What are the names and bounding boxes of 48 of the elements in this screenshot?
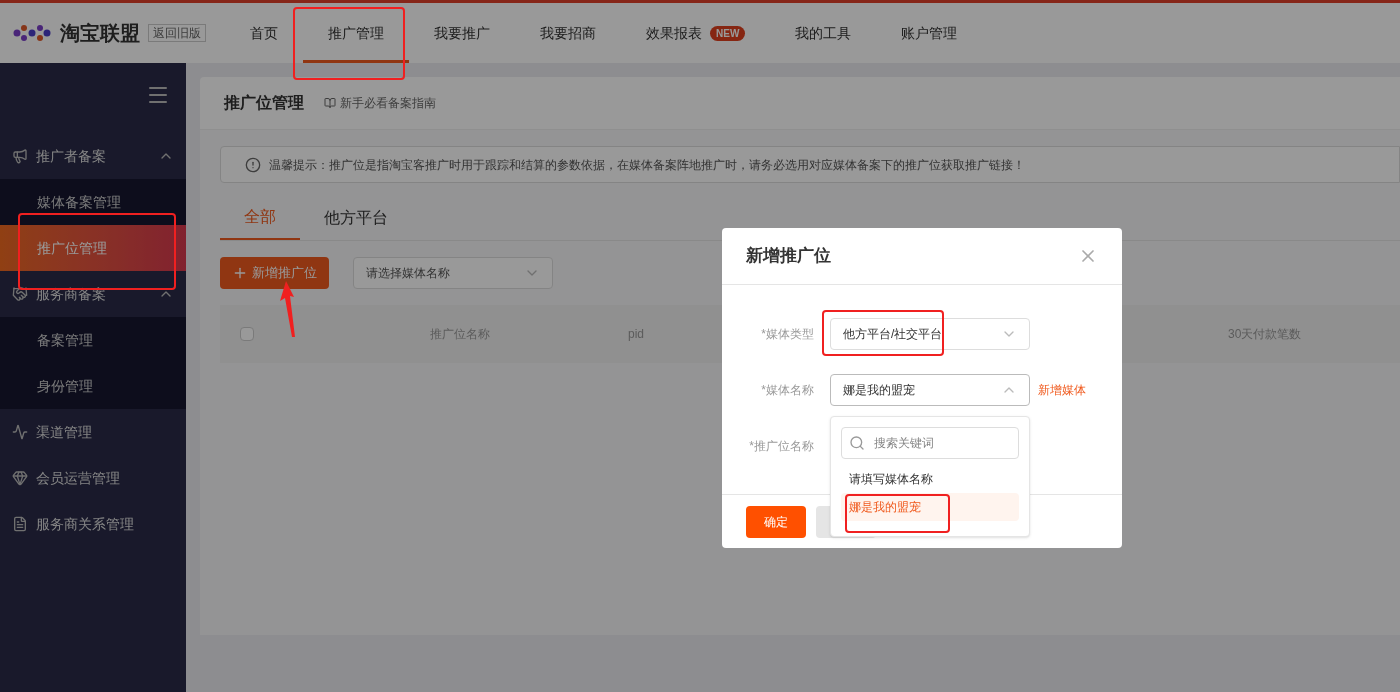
field-label: *媒体名称 bbox=[760, 382, 814, 399]
sidebar-item[interactable]: 媒体备案管理 bbox=[0, 179, 186, 225]
nav-tab[interactable]: 我要招商 bbox=[515, 3, 621, 63]
group-icon bbox=[12, 470, 28, 486]
nav-tab[interactable]: 我要推广 bbox=[409, 3, 515, 63]
sidebar-item[interactable]: 推广位管理 bbox=[0, 225, 186, 271]
sidebar-group[interactable]: 渠道管理 bbox=[0, 409, 186, 455]
sidebar-group[interactable]: 会员运营管理 bbox=[0, 455, 186, 501]
guide-link[interactable]: 新手必看备案指南 bbox=[324, 94, 436, 112]
content-tab[interactable]: 他方平台 bbox=[300, 195, 412, 240]
nav-tab[interactable]: 效果报表 NEW bbox=[621, 3, 771, 63]
confirm-button[interactable]: 确定 bbox=[746, 505, 806, 538]
nav-tab[interactable]: 我的工具 bbox=[770, 3, 877, 63]
info-icon bbox=[245, 156, 261, 173]
group-icon bbox=[12, 148, 28, 164]
group-icon bbox=[12, 424, 28, 440]
group-icon bbox=[12, 516, 28, 532]
annotation-arrow bbox=[278, 281, 298, 338]
dropdown-option[interactable]: 请填写媒体名称 bbox=[841, 465, 1019, 493]
new-badge: NEW bbox=[710, 25, 746, 41]
book-icon bbox=[324, 97, 336, 109]
dialog-title: 新增推广位 bbox=[746, 245, 831, 268]
checkbox[interactable] bbox=[240, 327, 254, 341]
search-icon bbox=[849, 435, 865, 451]
notice-text: 温馨提示：推广位是指淘宝客推广时用于跟踪和结算的参数依据，在媒体备案阵地推广时，请务必选用对应媒体备案下的推广位获取推广链接！ bbox=[269, 156, 1025, 174]
select-field[interactable]: 娜是我的盟宠 bbox=[830, 374, 1030, 406]
nav-tab[interactable]: 首页 bbox=[225, 3, 303, 63]
sidebar-item[interactable]: 身份管理 bbox=[0, 363, 186, 409]
dropdown-option[interactable]: 娜是我的盟宠 bbox=[841, 493, 1019, 521]
nav-tab[interactable]: 推广管理 bbox=[303, 3, 409, 63]
logo-text: 淘宝联盟 bbox=[60, 21, 140, 46]
media-select[interactable]: 请选择媒体名称 bbox=[353, 257, 553, 289]
group-icon bbox=[12, 286, 28, 302]
sidebar-group[interactable]: 服务商关系管理 bbox=[0, 501, 186, 547]
search-field[interactable]: 搜索关键词 bbox=[841, 427, 1019, 459]
content-tab[interactable]: 全部 bbox=[220, 195, 300, 240]
add-button[interactable]: 新增推广位 bbox=[220, 257, 329, 289]
nav-tab[interactable]: 账户管理 bbox=[876, 3, 983, 63]
page-title: 推广位管理 bbox=[224, 93, 304, 113]
add-media-link[interactable]: 新增媒体 bbox=[1038, 381, 1086, 399]
sidebar-group[interactable]: 推广者备案 bbox=[0, 133, 186, 179]
sidebar-item[interactable]: 备案管理 bbox=[0, 317, 186, 363]
logo-icon bbox=[12, 23, 52, 43]
field-label: *推广位名称 bbox=[748, 438, 814, 455]
field-label: *媒体类型 bbox=[760, 326, 814, 343]
select-field[interactable]: 他方平台/社交平台 bbox=[830, 318, 1030, 350]
old-version-button[interactable]: 返回旧版 bbox=[148, 24, 206, 42]
plus-icon bbox=[232, 265, 248, 281]
